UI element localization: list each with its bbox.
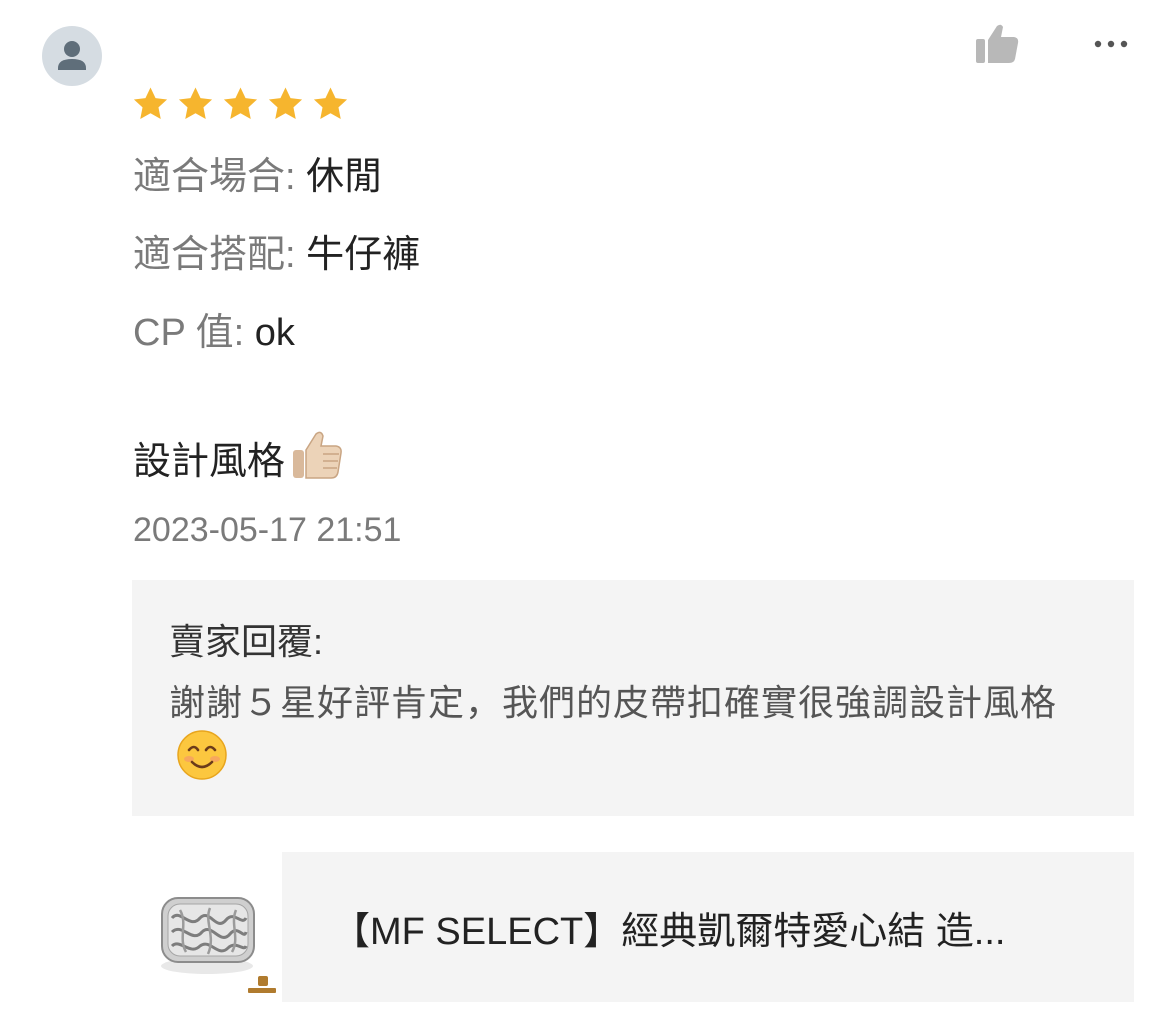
star-icon [268,87,303,119]
smiling-face-icon [175,728,229,795]
product-link-card[interactable]: 【MF SELECT】經典凱爾特愛心結 造... [282,852,1134,1002]
product-title: 【MF SELECT】經典凱爾特愛心結 造... [332,910,1006,953]
more-dots-icon [1094,40,1128,48]
review-timestamp: 2023-05-17 21:51 [133,511,402,549]
attribute-matching: 適合搭配: 牛仔褲 [133,230,420,280]
like-button[interactable] [968,20,1024,68]
review-comment: 設計風格 [133,428,345,496]
star-icon [178,87,213,119]
product-thumbnail[interactable] [150,860,280,1000]
thumbs-up-icon [289,428,345,496]
attribute-value-for-money: CP 值: ok [133,308,295,358]
attribute-value: 休閒 [306,156,383,198]
attribute-occasion: 適合場合: 休閒 [133,152,382,202]
star-icon [223,87,258,119]
attribute-value: ok [254,312,295,354]
attribute-label: 適合搭配: [133,234,307,276]
star-icon [133,87,168,119]
attribute-value: 牛仔褲 [306,234,421,276]
star-icon [313,87,348,119]
more-options-button[interactable] [1086,26,1136,62]
seller-reply-text: 謝謝５星好評肯定，我們的皮帶扣確實很強調設計風格 [169,682,1058,723]
attribute-label: 適合場合: [133,156,307,198]
star-rating [131,85,350,124]
seller-reply-label: 賣家回覆: [169,621,324,662]
review-comment-text: 設計風格 [133,441,286,483]
belt-buckle-image [161,897,276,993]
seller-reply-panel: 賣家回覆: 謝謝５星好評肯定，我們的皮帶扣確實很強調設計風格 [132,580,1134,816]
attribute-label: CP 值: [133,312,255,354]
seller-reply-body: 謝謝５星好評肯定，我們的皮帶扣確實很強調設計風格 [169,678,1098,795]
reviewer-avatar[interactable] [42,26,102,86]
thumbs-up-outline-icon [976,24,1019,63]
user-avatar-icon [58,41,86,70]
